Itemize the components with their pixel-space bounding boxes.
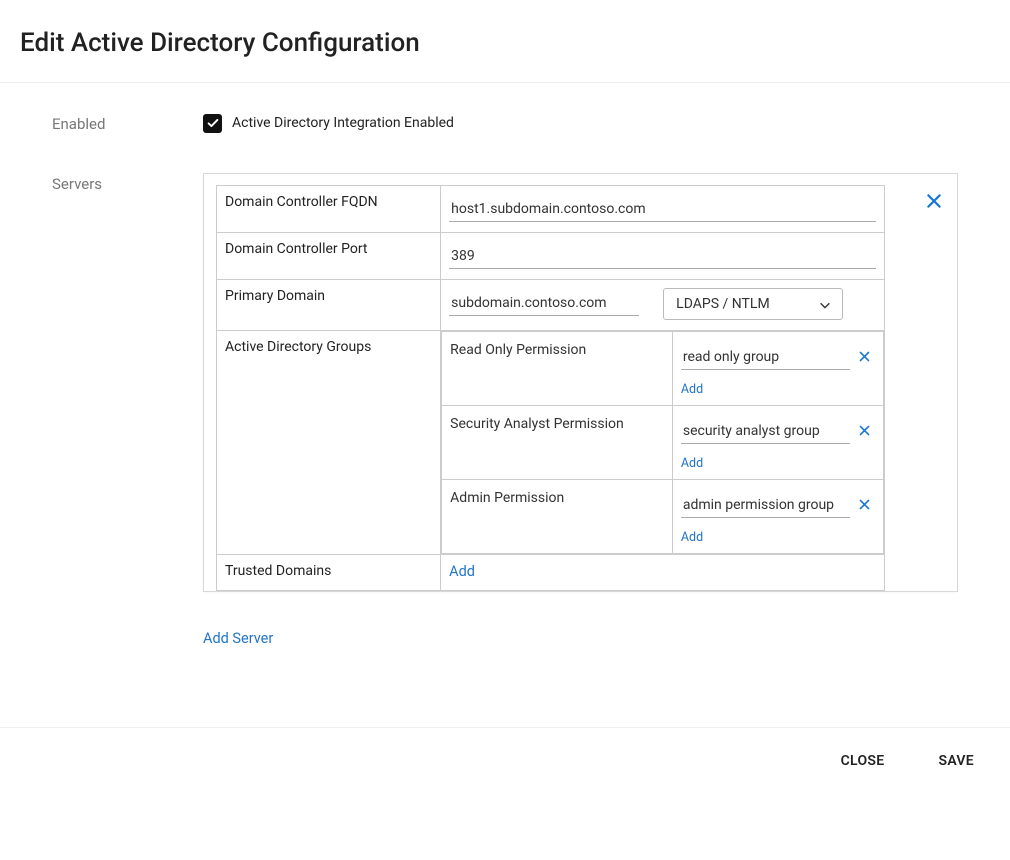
trusted-domains-row: Trusted Domains Add: [217, 555, 885, 591]
enabled-checkbox-label: Active Directory Integration Enabled: [232, 115, 454, 131]
ad-groups-row: Active Directory Groups Read Only Permis…: [217, 331, 885, 555]
security-analyst-group-input[interactable]: [681, 416, 850, 444]
port-row: Domain Controller Port: [217, 233, 885, 280]
admin-row: Admin Permission Add: [442, 480, 884, 554]
check-icon: [206, 116, 220, 130]
servers-column: Domain Controller FQDN Domain Controller…: [203, 173, 958, 647]
protocol-select-value: LDAPS / NTLM: [676, 296, 770, 312]
close-icon: [925, 192, 943, 210]
enabled-label: Enabled: [52, 113, 203, 133]
close-button[interactable]: CLOSE: [835, 752, 891, 770]
add-server-link[interactable]: Add Server: [203, 630, 273, 647]
primary-domain-row: Primary Domain LDAPS / NTLM: [217, 280, 885, 331]
chevron-down-icon: [818, 298, 832, 316]
server-card: Domain Controller FQDN Domain Controller…: [203, 173, 958, 592]
content-area: Enabled Active Directory Integration Ena…: [0, 83, 1010, 727]
enabled-checkbox-wrap: Active Directory Integration Enabled: [203, 113, 454, 133]
read-only-permission-label: Read Only Permission: [442, 332, 673, 406]
primary-domain-input[interactable]: [449, 288, 639, 316]
port-label: Domain Controller Port: [217, 233, 441, 280]
footer-actions: CLOSE SAVE: [0, 727, 1010, 794]
server-config-table: Domain Controller FQDN Domain Controller…: [216, 185, 885, 591]
servers-label: Servers: [52, 173, 203, 647]
add-admin-group-link[interactable]: Add: [681, 530, 703, 545]
close-icon: [858, 498, 871, 511]
port-input[interactable]: [449, 241, 876, 269]
save-button[interactable]: SAVE: [932, 752, 980, 770]
admin-group-input[interactable]: [681, 490, 850, 518]
close-icon: [858, 350, 871, 363]
security-analyst-row: Security Analyst Permission: [442, 406, 884, 480]
trusted-domains-label: Trusted Domains: [217, 555, 441, 591]
page-title: Edit Active Directory Configuration: [0, 0, 1010, 82]
fqdn-input[interactable]: [449, 194, 876, 222]
add-trusted-domain-link[interactable]: Add: [449, 563, 475, 580]
permissions-table: Read Only Permission Add: [441, 331, 884, 554]
protocol-select[interactable]: LDAPS / NTLM: [663, 288, 843, 320]
remove-server-button[interactable]: [925, 192, 943, 210]
remove-read-only-group-button[interactable]: [854, 350, 875, 363]
servers-row: Servers Domain Controller FQDN: [52, 173, 958, 647]
close-icon: [858, 424, 871, 437]
enabled-row: Enabled Active Directory Integration Ena…: [52, 113, 958, 133]
remove-admin-group-button[interactable]: [854, 498, 875, 511]
remove-security-analyst-group-button[interactable]: [854, 424, 875, 437]
enabled-checkbox[interactable]: [203, 114, 222, 133]
admin-permission-label: Admin Permission: [442, 480, 673, 554]
fqdn-row: Domain Controller FQDN: [217, 186, 885, 233]
add-security-analyst-group-link[interactable]: Add: [681, 456, 703, 471]
security-analyst-permission-label: Security Analyst Permission: [442, 406, 673, 480]
primary-domain-label: Primary Domain: [217, 280, 441, 331]
read-only-group-input[interactable]: [681, 342, 850, 370]
fqdn-label: Domain Controller FQDN: [217, 186, 441, 233]
add-read-only-group-link[interactable]: Add: [681, 382, 703, 397]
read-only-row: Read Only Permission Add: [442, 332, 884, 406]
ad-groups-label: Active Directory Groups: [217, 331, 441, 555]
